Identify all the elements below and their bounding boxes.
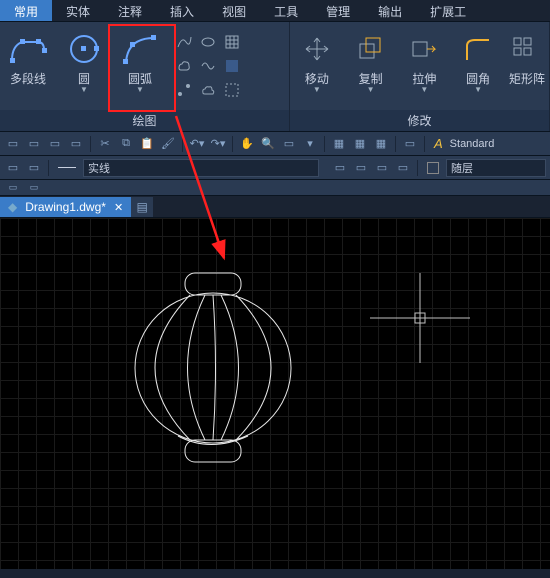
arc-icon: [118, 30, 162, 68]
chevron-down-icon: ▼: [80, 85, 88, 94]
document-tab-label: Drawing1.dwg*: [25, 200, 106, 214]
spline-icon[interactable]: [174, 32, 194, 52]
array-tool[interactable]: 矩形阵: [505, 28, 549, 89]
stretch-tool[interactable]: 拉伸 ▼: [398, 28, 452, 96]
drawing-content: [0, 218, 550, 578]
ribbon: 多段线 圆 ▼ 圆弧 ▼: [0, 22, 550, 132]
modify-panel-title: 修改: [290, 110, 549, 131]
copy-tool[interactable]: 复制 ▼: [344, 28, 398, 96]
pan-icon[interactable]: ✋: [238, 135, 256, 153]
document-tabstrip: ◆ Drawing1.dwg* ✕ ▤: [0, 196, 550, 218]
fillet-tool[interactable]: 圆角 ▼: [451, 28, 505, 96]
tool-icon[interactable]: ▭: [4, 179, 22, 197]
layer-dropdown[interactable]: 随层: [446, 159, 546, 177]
paste-icon[interactable]: 📋: [138, 135, 156, 153]
layer-value: 随层: [451, 160, 473, 176]
region-icon[interactable]: [198, 56, 218, 76]
layer-color-swatch: [427, 162, 439, 174]
copy-icon[interactable]: ⧉: [117, 135, 135, 153]
tool-icon[interactable]: ▭: [4, 159, 22, 177]
stretch-icon: [402, 30, 446, 68]
crosshair-cursor: [370, 273, 470, 363]
menu-tab-insert[interactable]: 插入: [156, 0, 208, 21]
point-icon[interactable]: [174, 80, 194, 100]
draw-small-tools: [168, 28, 248, 104]
brush-icon[interactable]: 🖌: [159, 135, 177, 153]
rect-array-icon: [505, 30, 549, 68]
boundary-icon[interactable]: [222, 80, 242, 100]
doc-icon: ◆: [8, 200, 17, 214]
ellipse-icon[interactable]: [198, 32, 218, 52]
tool-icon[interactable]: ▭: [373, 159, 391, 177]
menu-bar: 常用 实体 注释 插入 视图 工具 管理 输出 扩展工: [0, 0, 550, 22]
tool-icon[interactable]: ▭: [25, 135, 43, 153]
linetype-dropdown[interactable]: 实线: [83, 159, 319, 177]
menu-tab-common[interactable]: 常用: [0, 0, 52, 21]
menu-tab-tools[interactable]: 工具: [260, 0, 312, 21]
tool-icon[interactable]: ▭: [4, 135, 22, 153]
ribbon-panel-modify: 移动 ▼ 复制 ▼ 拉伸 ▼ 圆角 ▼: [290, 22, 550, 131]
quick-access-toolbar: ▭ ▭ ▭ ▭ ✂ ⧉ 📋 🖌 ↶▾ ↷▾ ✋ 🔍 ▭ ▾ ▦ ▦ ▦ ▭ A …: [0, 132, 550, 156]
chevron-down-icon: ▼: [367, 85, 375, 94]
document-tab[interactable]: ◆ Drawing1.dwg* ✕: [0, 197, 131, 217]
linetype-value: 实线: [88, 160, 110, 176]
chevron-down-icon: ▼: [136, 85, 144, 94]
spacer-bar: ▭ ▭: [0, 180, 550, 196]
polyline-tool[interactable]: 多段线: [0, 28, 56, 89]
tool-icon[interactable]: ▭: [401, 135, 419, 153]
tool-icon[interactable]: ▭: [25, 159, 43, 177]
menu-tab-view[interactable]: 视图: [208, 0, 260, 21]
tool-icon[interactable]: ▭: [67, 135, 85, 153]
tool-icon[interactable]: ▭: [331, 159, 349, 177]
hatch-icon[interactable]: [222, 32, 242, 52]
textstyle-value[interactable]: Standard: [450, 138, 495, 150]
menu-tab-output[interactable]: 输出: [364, 0, 416, 21]
menu-tab-ext[interactable]: 扩展工: [416, 0, 480, 21]
chevron-down-icon: ▼: [313, 85, 321, 94]
tool-icon[interactable]: ▦: [372, 135, 390, 153]
ribbon-panel-draw: 多段线 圆 ▼ 圆弧 ▼: [0, 22, 290, 131]
chevron-down-icon: ▼: [420, 85, 428, 94]
tool-icon[interactable]: ▾: [301, 135, 319, 153]
move-icon: [295, 30, 339, 68]
menu-tab-annotate[interactable]: 注释: [104, 0, 156, 21]
circle-icon: [62, 30, 106, 68]
cut-icon[interactable]: ✂: [96, 135, 114, 153]
arc-tool[interactable]: 圆弧 ▼: [112, 28, 168, 96]
undo-icon[interactable]: ↶▾: [188, 135, 206, 153]
menu-tab-manage[interactable]: 管理: [312, 0, 364, 21]
tool-icon[interactable]: ▦: [351, 135, 369, 153]
circle-tool[interactable]: 圆 ▼: [56, 28, 112, 96]
drawing-canvas[interactable]: [0, 218, 550, 569]
chevron-down-icon: ▼: [474, 85, 482, 94]
zoom-icon[interactable]: 🔍: [259, 135, 277, 153]
tool-icon[interactable]: ▭: [25, 179, 43, 197]
tool-icon[interactable]: ▭: [280, 135, 298, 153]
polyline-icon: [6, 30, 50, 68]
menu-tab-solid[interactable]: 实体: [52, 0, 104, 21]
copy-icon: [349, 30, 393, 68]
fillet-icon: [456, 30, 500, 68]
move-tool[interactable]: 移动 ▼: [290, 28, 344, 96]
cloud-icon[interactable]: [198, 80, 218, 100]
textstyle-icon[interactable]: A: [434, 136, 443, 151]
properties-toolbar: ▭ ▭ 实线 ▭ ▭ ▭ ▭ 随层: [0, 156, 550, 180]
gradient-icon[interactable]: [222, 56, 242, 76]
polyline-label: 多段线: [10, 70, 46, 87]
revcloud-icon[interactable]: [174, 56, 194, 76]
tool-icon[interactable]: ▦: [330, 135, 348, 153]
tool-icon[interactable]: ▭: [352, 159, 370, 177]
tool-icon[interactable]: ▭: [394, 159, 412, 177]
tool-icon[interactable]: ▭: [46, 135, 64, 153]
linetype-swatch: [58, 167, 76, 168]
draw-panel-title: 绘图: [0, 110, 289, 131]
array-label: 矩形阵: [509, 70, 545, 87]
new-tab-button[interactable]: ▤: [131, 197, 153, 217]
redo-icon[interactable]: ↷▾: [209, 135, 227, 153]
close-icon[interactable]: ✕: [114, 201, 123, 214]
